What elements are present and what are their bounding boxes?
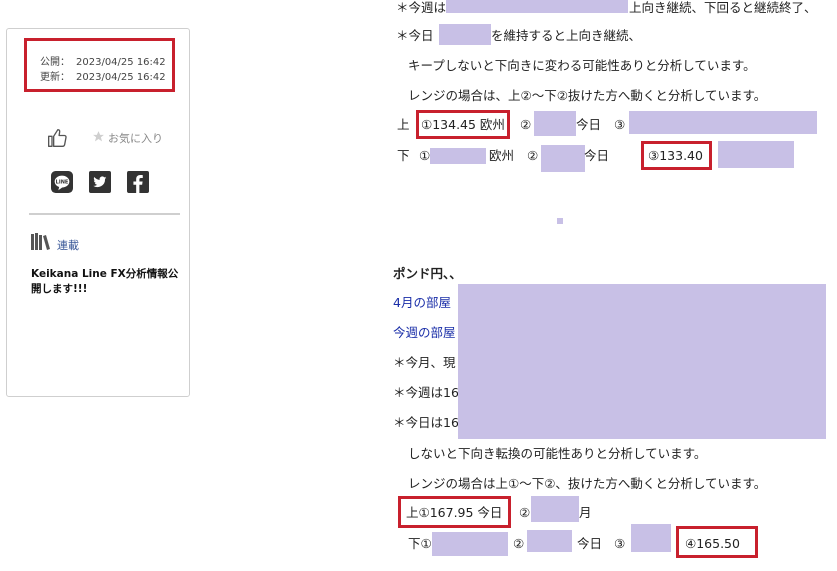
text-line: を維持すると上向き継続、 <box>491 28 642 43</box>
up-level-2: ② <box>520 117 532 132</box>
redaction <box>527 530 572 552</box>
series-label[interactable]: 連載 <box>57 237 79 253</box>
highlight-box-dates <box>24 38 175 92</box>
svg-text:LINE: LINE <box>56 179 69 185</box>
series-title[interactable]: Keikana Line FX分析情報公開します!!! <box>31 267 181 297</box>
books-icon <box>31 233 50 250</box>
highlight-box <box>416 110 510 139</box>
gbp-down-level-2: ② <box>513 536 525 551</box>
text-line: レンジの場合は、上②～下②抜けた方へ動くと分析しています。 <box>408 88 767 103</box>
text-line: しないと下向き転換の可能性ありと分析しています。 <box>408 446 707 461</box>
text-line: ＊今週は <box>396 0 447 15</box>
down-level-2-note: 今日 <box>584 148 610 163</box>
down-level-1: ① <box>419 148 431 163</box>
line-icon[interactable]: LINE <box>51 171 73 193</box>
gbp-up-level-2: ② <box>519 505 531 520</box>
redaction <box>718 141 794 168</box>
gbp-down-level-1: 下① <box>408 536 432 551</box>
text-line: レンジの場合は上①～下②、抜けた方へ動くと分析しています。 <box>408 476 767 491</box>
redaction <box>531 496 579 522</box>
gbp-up-level-2-note: 月 <box>579 505 592 520</box>
redaction <box>430 148 486 164</box>
redaction <box>439 24 491 45</box>
text-line: ＊今日 <box>396 28 434 43</box>
thumbs-up-icon[interactable] <box>47 128 67 148</box>
down-label: 下 <box>397 148 410 163</box>
text-line: 上向き継続、下回ると継続終了、 <box>629 0 817 15</box>
highlight-box <box>398 496 511 528</box>
text-line: ＊今日は16 <box>393 415 459 430</box>
redaction <box>629 111 817 134</box>
highlight-box <box>641 141 712 170</box>
favorite-button[interactable]: お気に入り <box>108 130 163 146</box>
redaction <box>557 218 563 224</box>
facebook-icon[interactable] <box>127 171 149 193</box>
star-icon[interactable] <box>92 130 105 143</box>
up-level-3: ③ <box>614 117 626 132</box>
gbp-down-level-2-note: 今日 <box>577 536 603 551</box>
gbp-down-level-3: ③ <box>614 536 626 551</box>
down-level-2: ② <box>527 148 539 163</box>
redaction <box>631 524 671 552</box>
redaction <box>458 284 826 439</box>
redaction <box>432 532 508 556</box>
text-line: ＊今週は16 <box>393 385 459 400</box>
redaction <box>541 145 585 172</box>
text-line: ＊今月、現 <box>393 355 456 370</box>
up-level-2-note: 今日 <box>576 117 602 132</box>
highlight-box <box>676 526 758 558</box>
divider <box>29 213 180 215</box>
section-heading: ポンド円、、 <box>393 266 462 281</box>
redaction <box>534 111 576 136</box>
link-week-room[interactable]: 今週の部屋 <box>393 325 456 341</box>
text-line: キープしないと下向きに変わる可能性ありと分析しています。 <box>408 58 756 73</box>
redaction <box>446 0 628 13</box>
twitter-icon[interactable] <box>89 171 111 193</box>
down-level-1-note: 欧州 <box>489 148 515 163</box>
link-month-room[interactable]: 4月の部屋 <box>393 295 451 311</box>
up-label: 上 <box>397 117 410 132</box>
